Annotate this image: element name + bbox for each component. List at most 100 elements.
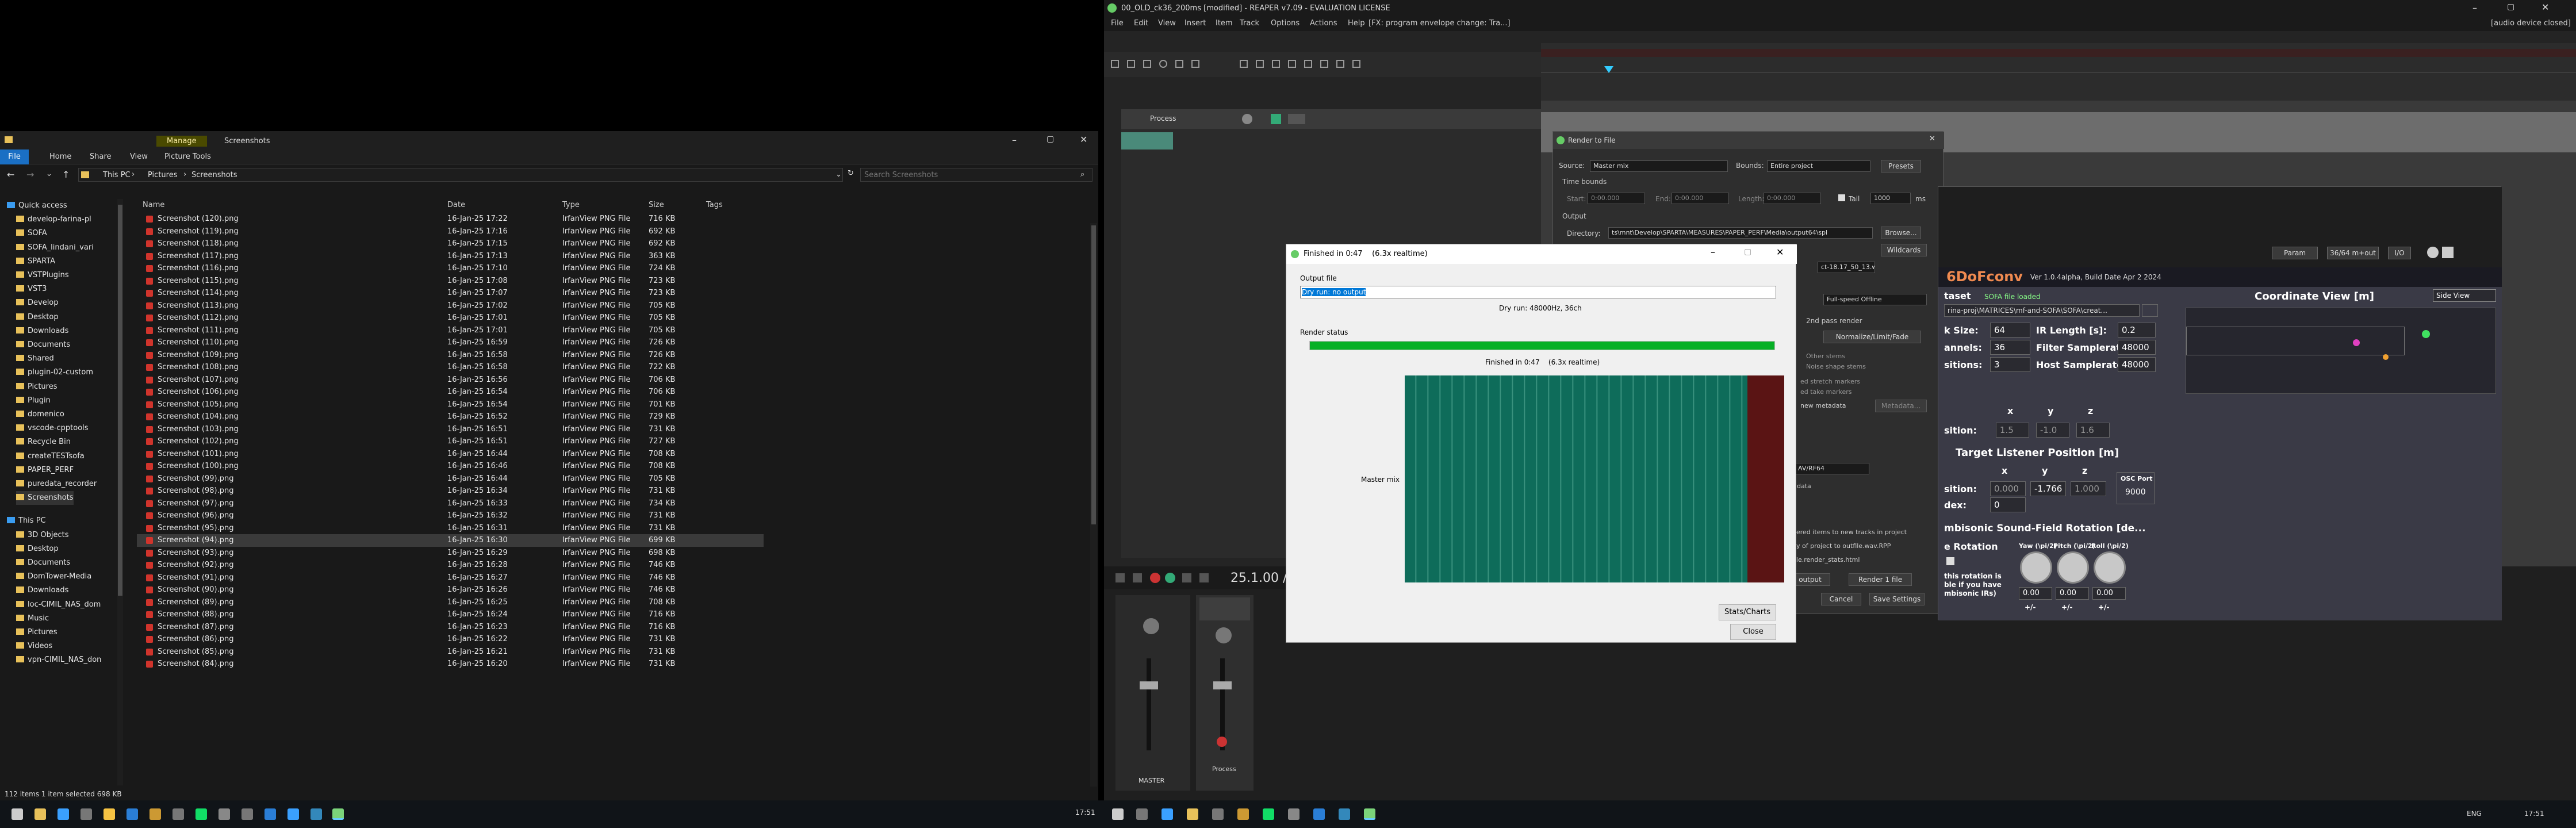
tail-checkbox[interactable] [1838, 194, 1845, 201]
ribbon-share[interactable]: Share [90, 152, 112, 161]
breadcrumb-this-pc[interactable]: This PC [103, 171, 131, 179]
forward-icon[interactable]: → [26, 169, 34, 180]
yaw-knob[interactable] [2020, 551, 2052, 584]
table-row[interactable]: Screenshot (108).png 16-Jan-25 16:58 Irfan… [137, 361, 764, 374]
sidebar-item[interactable]: domenico [16, 408, 64, 421]
sidebar-item[interactable]: Downloads [16, 584, 68, 597]
close-icon[interactable]: ✕ [1929, 135, 1935, 143]
marker-icon[interactable] [1352, 60, 1360, 68]
sidebar-item[interactable]: Shared [16, 352, 54, 366]
refresh-icon[interactable]: ↻ [848, 169, 854, 178]
table-row[interactable]: Screenshot (109).png 16-Jan-25 16:58 Irfan… [137, 349, 764, 362]
minimize-icon[interactable]: – [2472, 2, 2477, 13]
table-row[interactable]: Screenshot (100).png 16-Jan-25 16:46 Irfan… [137, 460, 764, 473]
ribbon-picture-tools[interactable]: Picture Tools [164, 152, 211, 161]
table-row[interactable]: Screenshot (91).png 16-Jan-25 16:27 IrfanV… [137, 572, 764, 584]
fx-slot[interactable] [1199, 597, 1250, 620]
receiver-marker[interactable] [2422, 330, 2430, 338]
timeline-ruler[interactable] [1541, 43, 2576, 101]
menu-track[interactable]: Track [1240, 19, 1259, 28]
minimize-icon[interactable]: – [1711, 247, 1715, 258]
snap-icon[interactable] [1256, 60, 1264, 68]
maximize-icon[interactable]: ▢ [1744, 247, 1751, 256]
matlab-taskbar-icon[interactable] [1237, 808, 1249, 820]
record-arm-icon[interactable] [1217, 737, 1227, 747]
undo-icon[interactable] [1175, 60, 1183, 68]
load-sofa-button[interactable] [2142, 304, 2158, 317]
sidebar-item[interactable]: puredata_recorder [16, 477, 97, 491]
breadcrumb-screenshots[interactable]: Screenshots [191, 171, 237, 179]
column-tags[interactable]: Tags [706, 201, 723, 209]
wildcards-button[interactable]: Wildcards [1881, 244, 1927, 256]
table-row[interactable]: Screenshot (120).png 16-Jan-25 17:22 Irfan… [137, 213, 764, 225]
column-type[interactable]: Type [562, 201, 580, 209]
explorer-taskbar-icon[interactable] [1187, 808, 1198, 820]
sidebar-item[interactable]: develop-farina-pl [16, 213, 91, 227]
pause-icon[interactable] [1199, 573, 1209, 582]
sidebar-item[interactable]: 3D Objects [16, 528, 69, 542]
reaper-taskbar-icon[interactable] [1364, 808, 1375, 820]
table-row[interactable]: Screenshot (101).png 16-Jan-25 16:44 Irfan… [137, 448, 764, 461]
maximize-icon[interactable]: ▢ [2507, 2, 2514, 12]
table-row[interactable]: Screenshot (92).png 16-Jan-25 16:28 IrfanV… [137, 559, 764, 572]
master-fader[interactable] [1140, 681, 1158, 689]
view-select[interactable]: Side View [2433, 289, 2496, 302]
envelope-icon[interactable] [1304, 60, 1312, 68]
language-indicator[interactable]: ENG [2467, 810, 2482, 818]
table-row[interactable]: Screenshot (117).png 16-Jan-25 17:13 Irfan… [137, 250, 764, 263]
recent-chevron-icon[interactable]: ⌄ [46, 170, 52, 178]
enable-checkbox[interactable] [2442, 247, 2454, 258]
directory-field[interactable]: ts\mnt\Develop\SPARTA\MEASURES\PAPER_PER… [1608, 227, 1873, 239]
sidebar-item[interactable]: This PC [7, 514, 46, 528]
app-taskbar-icon[interactable] [264, 808, 276, 820]
codec-select[interactable]: AV/RF64 [1795, 463, 1869, 474]
sidebar-item[interactable]: loc-CIMIL_NAS_dom [16, 598, 101, 612]
tail-field[interactable]: 1000 [1870, 193, 1911, 204]
record-icon[interactable] [1150, 573, 1160, 583]
go-start-icon[interactable] [1116, 573, 1125, 582]
app-taskbar-icon[interactable] [241, 808, 253, 820]
table-row[interactable]: Screenshot (116).png 16-Jan-25 17:10 Irfan… [137, 262, 764, 275]
sidebar-item[interactable]: vscode-cpptools [16, 421, 89, 435]
stop-icon[interactable] [1182, 573, 1191, 582]
back-icon[interactable]: ← [7, 169, 14, 180]
up-icon[interactable]: ↑ [62, 169, 70, 180]
maximize-icon[interactable]: ▢ [1046, 135, 1054, 144]
table-row[interactable]: Screenshot (107).png 16-Jan-25 16:56 Irfan… [137, 374, 764, 386]
sidebar-item[interactable]: vpn-CIMIL_NAS_don [16, 653, 101, 667]
windows-start-icon[interactable] [1112, 808, 1124, 820]
volume-knob[interactable] [1242, 114, 1252, 124]
app-taskbar-icon[interactable] [1212, 808, 1224, 820]
menu-help[interactable]: Help [1348, 19, 1365, 28]
listener-marker[interactable] [2353, 339, 2360, 346]
chrome-taskbar-icon[interactable] [195, 808, 207, 820]
table-row[interactable]: Screenshot (94).png 16-Jan-25 16:30 IrfanV… [137, 534, 764, 547]
roll-value[interactable]: 0.00 [2092, 587, 2126, 600]
source-select[interactable]: Master mix [1590, 160, 1728, 172]
table-row[interactable]: Screenshot (106).png 16-Jan-25 16:54 Irfan… [137, 386, 764, 398]
table-row[interactable]: Screenshot (111).png 16-Jan-25 17:01 Irfan… [137, 324, 764, 337]
table-row[interactable]: Screenshot (93).png 16-Jan-25 16:29 IrfanV… [137, 547, 764, 559]
table-row[interactable]: Screenshot (115).png 16-Jan-25 17:08 Irfan… [137, 275, 764, 288]
play-icon[interactable] [1165, 573, 1175, 583]
open-icon[interactable] [1127, 60, 1135, 68]
master-fader-track[interactable] [1147, 658, 1151, 750]
app-taskbar-icon[interactable] [172, 808, 184, 820]
vscode-taskbar-icon[interactable] [126, 808, 138, 820]
enable-rotation-checkbox[interactable] [1946, 557, 1954, 565]
table-row[interactable]: Screenshot (102).png 16-Jan-25 16:51 Irfan… [137, 435, 764, 448]
grid-icon[interactable] [1240, 60, 1248, 68]
target-y[interactable]: -1.766 [2030, 481, 2066, 496]
close-icon[interactable]: ✕ [1776, 247, 1784, 258]
table-row[interactable]: Screenshot (88).png 16-Jan-25 16:24 IrfanV… [137, 608, 764, 621]
menu-edit[interactable]: Edit [1134, 19, 1148, 28]
table-row[interactable]: Screenshot (86).png 16-Jan-25 16:22 IrfanV… [137, 633, 764, 646]
preset-select[interactable]: 36/64 m+out [2327, 247, 2379, 259]
table-row[interactable]: Screenshot (103).png 16-Jan-25 16:51 Irfan… [137, 423, 764, 436]
sidebar-item[interactable]: Recycle Bin [16, 435, 71, 449]
sidebar-item[interactable]: Videos [16, 639, 52, 653]
edge-taskbar-icon[interactable] [57, 808, 69, 820]
sidebar-item[interactable]: Pictures [16, 380, 57, 394]
go-end-icon[interactable] [1133, 573, 1142, 582]
table-row[interactable]: Screenshot (113).png 16-Jan-25 17:02 Irfan… [137, 300, 764, 312]
